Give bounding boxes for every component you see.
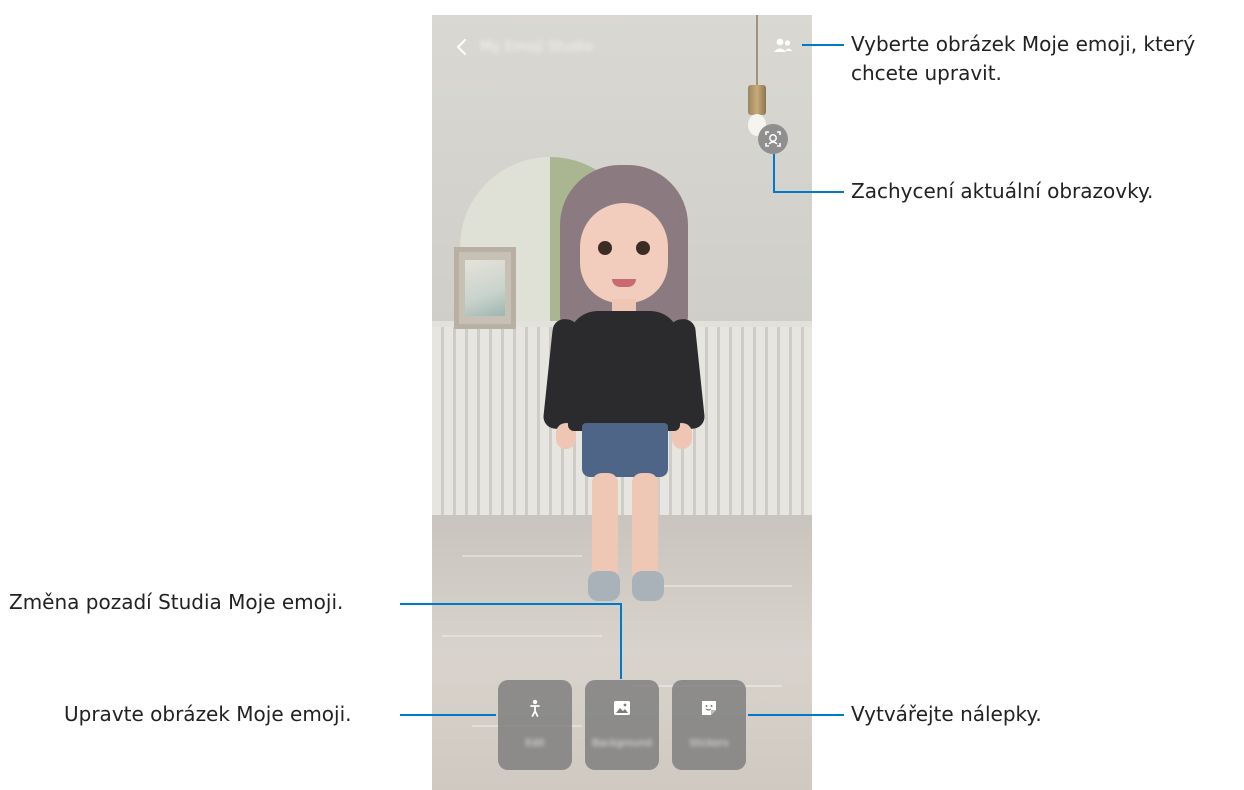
emoji-avatar[interactable] <box>432 15 812 790</box>
select-emoji-button[interactable] <box>770 33 796 59</box>
person-icon <box>530 699 540 717</box>
emoji-studio-screen: My Emoji Studio Edit Background Stickers <box>432 15 812 790</box>
stickers-tile-label: Stickers <box>689 738 729 749</box>
callout-line-capture-v <box>773 154 775 193</box>
people-icon <box>774 38 792 52</box>
callout-line-background-v <box>620 603 622 679</box>
callout-line-select-emoji <box>802 44 844 46</box>
callout-line-background-h <box>400 603 622 605</box>
back-button[interactable] <box>450 35 474 59</box>
callout-select-emoji-line1: Vyberte obrázek Moje emoji, který <box>851 32 1196 56</box>
edit-emoji-tile[interactable]: Edit <box>498 680 572 770</box>
face-capture-icon <box>765 131 781 147</box>
callout-capture-screen: Zachycení aktuální obrazovky. <box>851 179 1154 203</box>
edit-tile-label: Edit <box>525 738 545 749</box>
callout-line-capture-h <box>773 191 844 193</box>
callout-select-emoji-line2: chcete upravit. <box>851 61 1002 85</box>
callout-line-edit <box>400 714 496 716</box>
background-tile[interactable]: Background <box>585 680 659 770</box>
callout-line-stickers <box>748 714 844 716</box>
callout-create-stickers: Vytvářejte nálepky. <box>851 702 1042 726</box>
image-icon <box>614 701 630 715</box>
background-tile-label: Background <box>592 738 652 749</box>
callout-edit-emoji: Upravte obrázek Moje emoji. <box>64 702 352 726</box>
screen-title: My Emoji Studio <box>480 39 593 55</box>
capture-screen-button[interactable] <box>758 124 788 154</box>
sticker-icon <box>702 701 716 715</box>
back-arrow-icon <box>457 39 466 55</box>
stickers-tile[interactable]: Stickers <box>672 680 746 770</box>
callout-change-background: Změna pozadí Studia Moje emoji. <box>9 590 344 614</box>
